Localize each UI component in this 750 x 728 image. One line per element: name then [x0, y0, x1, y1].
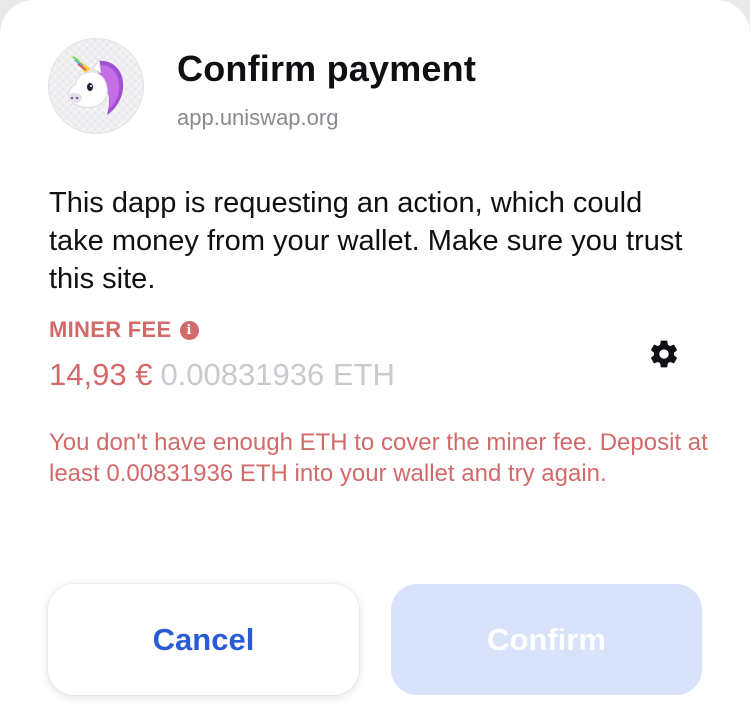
dialog-title: Confirm payment [177, 48, 477, 89]
unicorn-icon [68, 55, 124, 115]
cancel-button[interactable]: Cancel [48, 584, 359, 695]
confirm-button[interactable]: Confirm [391, 584, 702, 695]
gear-icon[interactable] [648, 338, 680, 370]
dapp-origin: app.uniswap.org [177, 105, 339, 130]
dialog-description: This dapp is requesting an action, which… [49, 187, 683, 295]
dapp-avatar [48, 38, 144, 134]
confirm-payment-sheet: Confirm payment app.uniswap.org This dap… [0, 0, 750, 728]
confirm-button-label: Confirm [487, 621, 606, 657]
miner-fee-label: MINER FEE [49, 317, 172, 342]
miner-fee-amount: 14,93 €0.00831936 ETH [49, 356, 395, 394]
insufficient-funds-error: You don't have enough ETH to cover the m… [49, 429, 708, 487]
sheet-corner-right [716, 0, 750, 34]
miner-fee-header: MINER FEE i [49, 317, 199, 343]
fee-eth-amount: 0.00831936 ETH [160, 357, 395, 392]
sheet-corner-left [0, 0, 34, 34]
cancel-button-label: Cancel [152, 621, 255, 657]
fee-fiat-amount: 14,93 € [49, 357, 153, 392]
info-icon[interactable]: i [179, 320, 199, 340]
